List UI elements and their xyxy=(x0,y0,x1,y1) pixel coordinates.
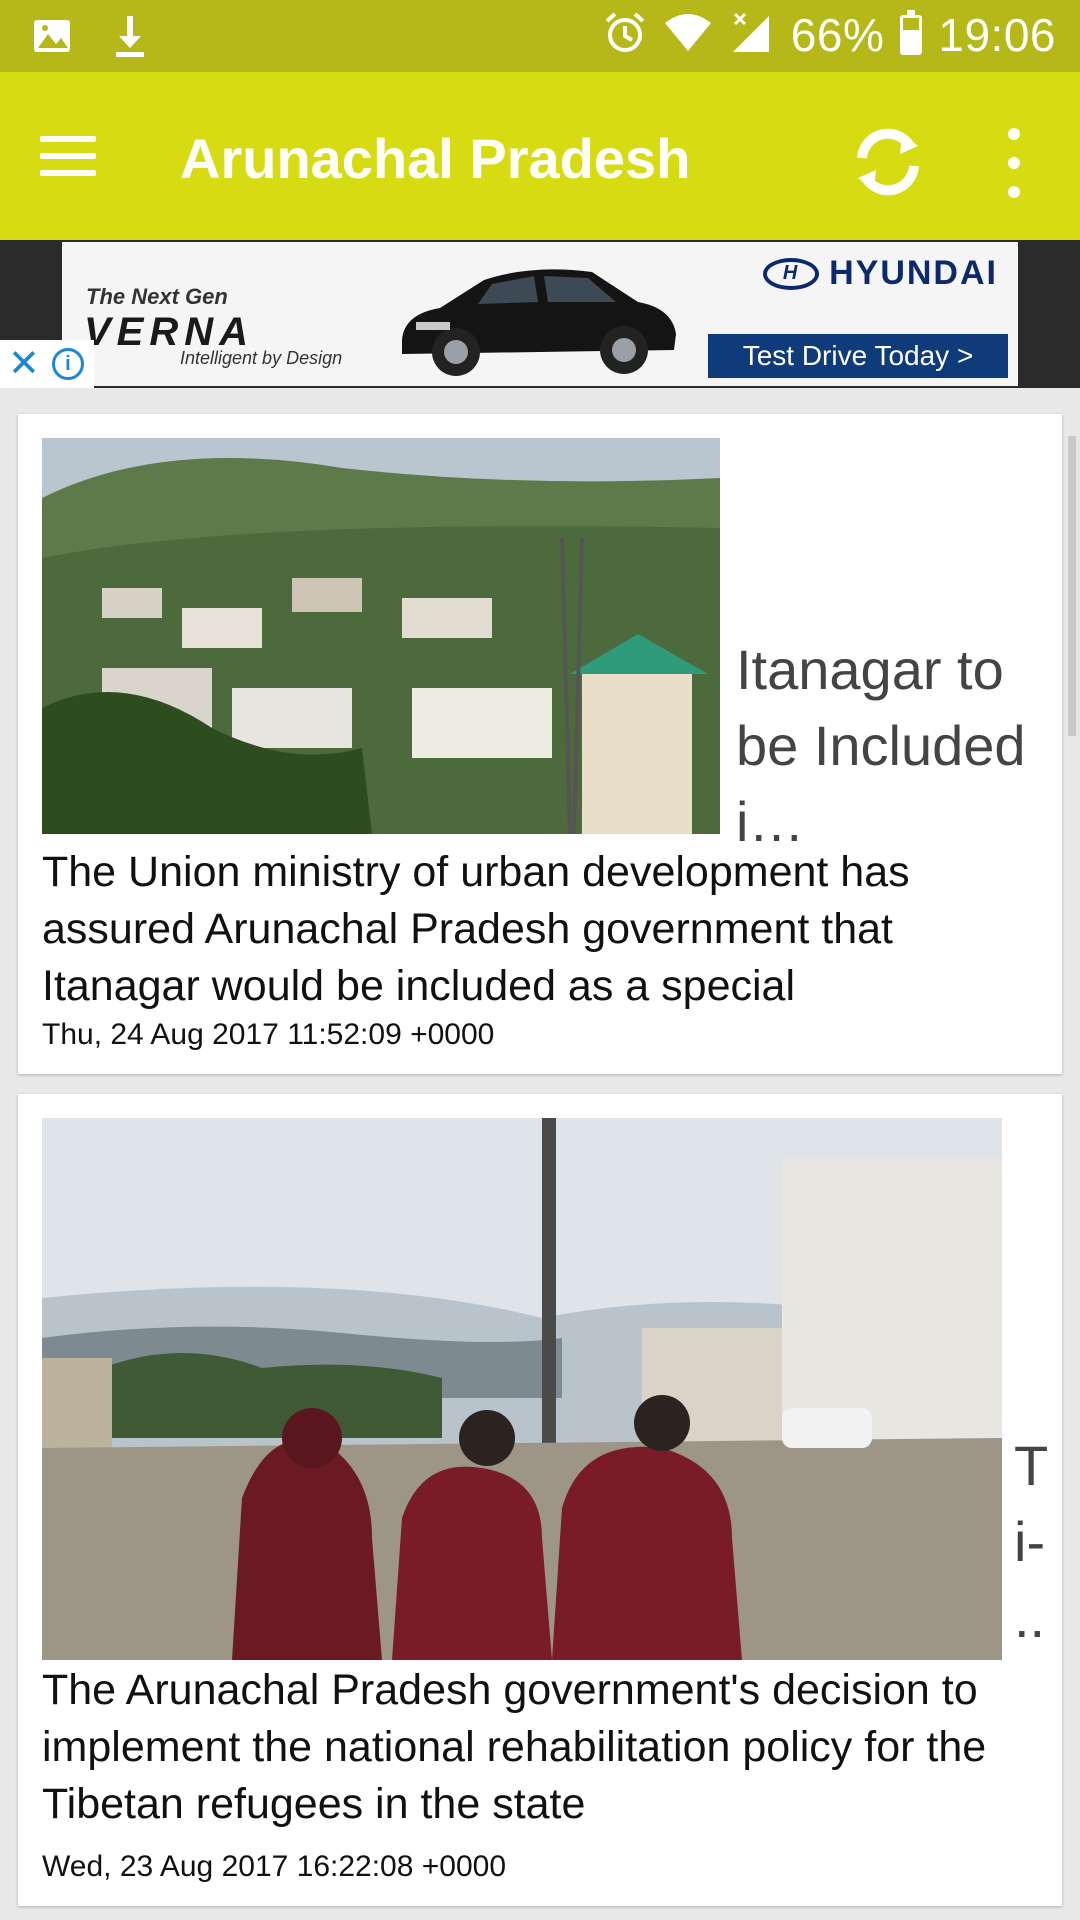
ad-headline: The Next Gen xyxy=(86,284,228,309)
app-title: Arunachal Pradesh xyxy=(180,127,691,190)
image-icon xyxy=(32,16,72,61)
article-summary: The Arunachal Pradesh government's decis… xyxy=(42,1666,987,1828)
article-card[interactable]: Itanagar to be Included i… The Union min… xyxy=(18,414,1076,1074)
alarm-icon xyxy=(603,11,647,60)
refresh-icon[interactable] xyxy=(848,122,928,202)
wifi-icon xyxy=(663,11,713,60)
more-vert-icon[interactable] xyxy=(990,128,1038,198)
signal-icon xyxy=(729,10,775,61)
close-icon[interactable]: ✕ xyxy=(8,345,40,383)
ad-brand: H HYUNDAI xyxy=(763,254,998,293)
article-image xyxy=(42,438,720,834)
clock: 19:06 xyxy=(938,9,1056,61)
article-title: T i- .. xyxy=(1014,1434,1048,1649)
ad-brand-name: HYUNDAI xyxy=(829,254,998,292)
ad-controls: ✕ i xyxy=(0,340,94,388)
ad-banner[interactable]: The Next Gen VERNA Intelligent by Design… xyxy=(62,242,1018,386)
scrollbar[interactable] xyxy=(1068,436,1076,736)
article-image xyxy=(42,1118,1002,1660)
article-title: Itanagar to be Included i… xyxy=(736,638,1026,853)
ad-tagline: Intelligent by Design xyxy=(180,348,343,368)
download-icon xyxy=(110,14,150,63)
news-feed[interactable]: Itanagar to be Included i… The Union min… xyxy=(0,388,1080,1920)
status-bar: 66% 19:06 xyxy=(0,0,1080,72)
ad-cta-button[interactable]: Test Drive Today > xyxy=(708,334,1008,378)
article-date: Wed, 23 Aug 2017 16:22:08 +0000 xyxy=(42,1850,507,1883)
article-date: Thu, 24 Aug 2017 11:52:09 +0000 xyxy=(42,1018,495,1051)
info-icon[interactable]: i xyxy=(51,348,84,380)
hyundai-logo-icon: H xyxy=(763,257,820,290)
article-summary: The Union ministry of urban development … xyxy=(42,848,910,1010)
battery-icon xyxy=(900,10,923,55)
battery-percent: 66% xyxy=(790,9,885,61)
menu-icon[interactable] xyxy=(40,118,130,194)
ad-car-image xyxy=(402,269,676,376)
app-bar: Arunachal Pradesh xyxy=(0,72,1080,240)
article-card[interactable]: T i- .. The Arunachal Pradesh government… xyxy=(18,1094,1062,1906)
ad-area: The Next Gen VERNA Intelligent by Design… xyxy=(0,240,1080,388)
